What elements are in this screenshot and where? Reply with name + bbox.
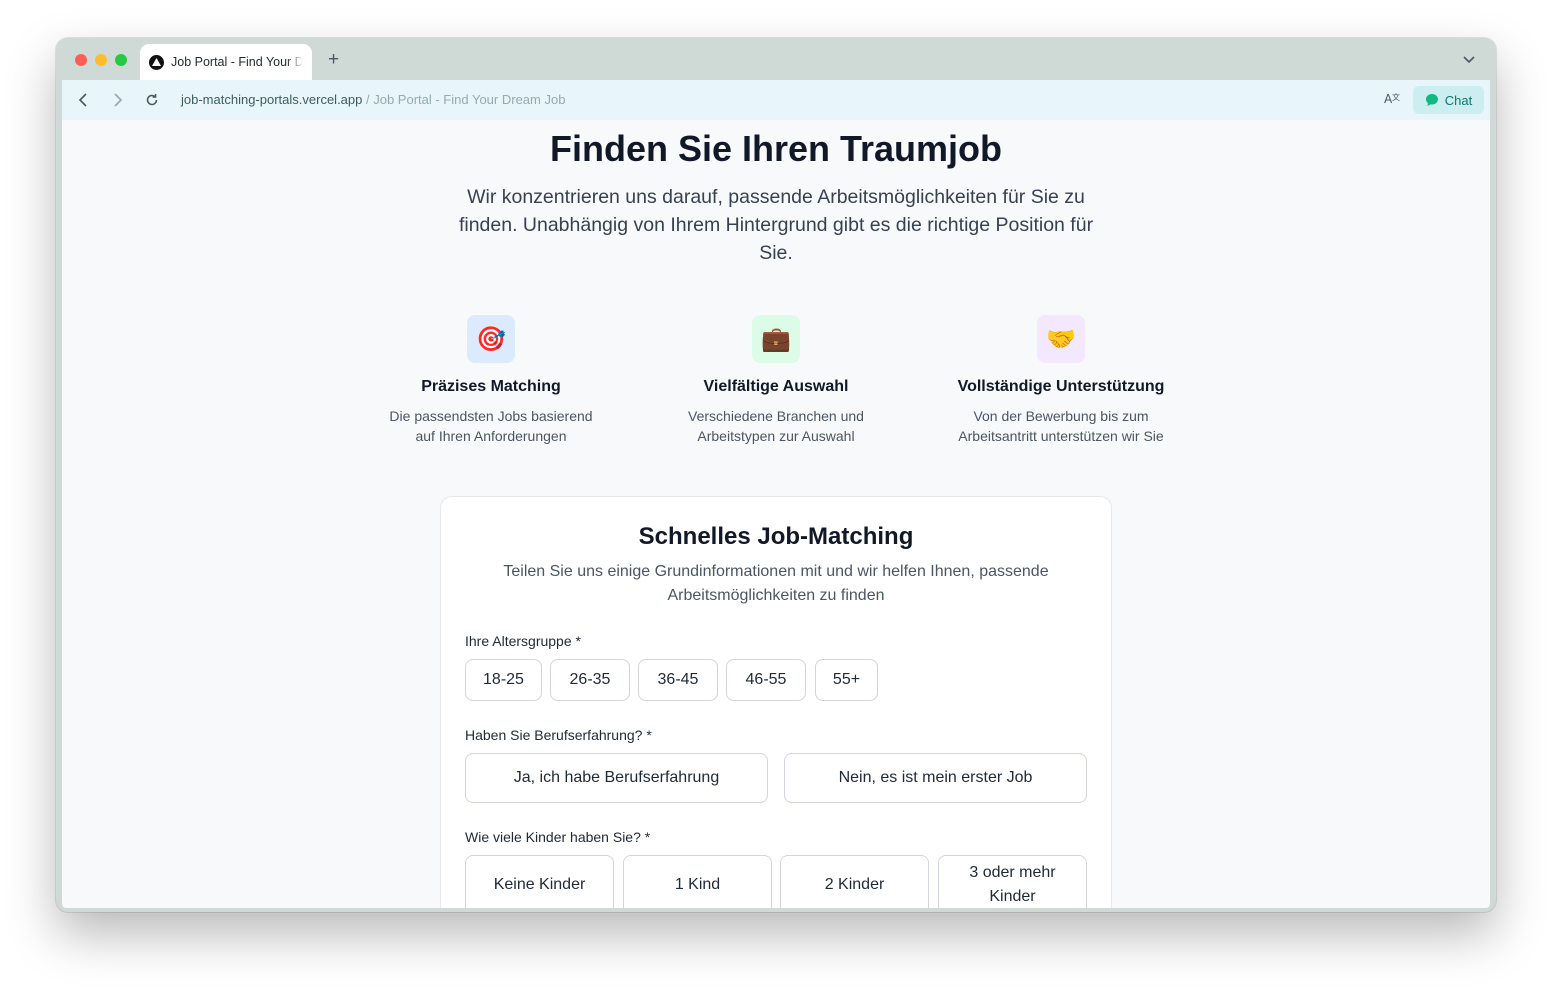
feature-full-support: 🤝 Vollständige Unterstützung Von der Bew…: [931, 315, 1191, 446]
chat-bubble-icon: [1425, 94, 1438, 106]
experience-yes-option[interactable]: Ja, ich habe Berufserfahrung: [465, 753, 768, 803]
hero-title: Finden Sie Ihren Traumjob: [549, 128, 1003, 169]
target-icon: 🎯: [467, 315, 515, 363]
children-option-none[interactable]: Keine Kinder: [465, 855, 614, 908]
briefcase-icon: 💼: [752, 315, 800, 363]
page-viewport: Finden Sie Ihren Traumjob Wir konzentrie…: [62, 120, 1490, 908]
back-arrow-icon[interactable]: [75, 92, 91, 108]
children-option-three-plus[interactable]: 3 oder mehr Kinder: [938, 855, 1087, 908]
age-option-18-25[interactable]: 18-25: [465, 659, 542, 701]
svg-text:文: 文: [1392, 92, 1400, 102]
form-subtitle: Teilen Sie uns einige Grundinformationen…: [503, 563, 1049, 604]
experience-label: Haben Sie Berufserfahrung? *: [465, 727, 652, 743]
age-option-36-45[interactable]: 36-45: [638, 659, 718, 701]
close-window-button[interactable]: [75, 54, 87, 66]
feature-description: Von der Bewerbung bis zum Arbeitsantritt…: [958, 408, 1164, 444]
feature-description: Die passendsten Jobs basierend auf Ihren…: [389, 408, 593, 444]
reload-icon[interactable]: [144, 92, 160, 108]
age-group-label: Ihre Altersgruppe *: [465, 633, 581, 649]
new-tab-plus-icon[interactable]: +: [328, 50, 339, 70]
children-option-one[interactable]: 1 Kind: [623, 855, 772, 908]
feature-precise-matching: 🎯 Präzises Matching Die passendsten Jobs…: [361, 315, 621, 446]
experience-no-option[interactable]: Nein, es ist mein erster Job: [784, 753, 1087, 803]
maximize-window-button[interactable]: [115, 54, 127, 66]
translate-icon[interactable]: A文: [1384, 90, 1400, 109]
minimize-window-button[interactable]: [95, 54, 107, 66]
browser-window: Job Portal - Find Your Dream Job + job-m…: [56, 38, 1496, 912]
feature-title: Vielfältige Auswahl: [703, 378, 849, 395]
url-separator: /: [362, 92, 374, 107]
active-tab[interactable]: Job Portal - Find Your Dream Job: [140, 44, 312, 80]
form-title: Schnelles Job-Matching: [638, 523, 914, 550]
feature-description: Verschiedene Branchen und Arbeitstypen z…: [688, 408, 864, 444]
title-bar: Job Portal - Find Your Dream Job +: [56, 38, 1496, 80]
age-option-26-35[interactable]: 26-35: [550, 659, 630, 701]
children-option-two[interactable]: 2 Kinder: [780, 855, 929, 908]
chat-label: Chat: [1444, 92, 1473, 108]
hero-subtitle: Wir konzentrieren uns darauf, passende A…: [458, 186, 1094, 264]
chat-button[interactable]: Chat: [1413, 86, 1484, 114]
url-page-title: Job Portal - Find Your Dream Job: [373, 92, 566, 107]
feature-diverse-selection: 💼 Vielfältige Auswahl Verschiedene Branc…: [646, 315, 906, 446]
url-field[interactable]: job-matching-portals.vercel.app / Job Po…: [181, 92, 565, 107]
vercel-favicon-icon: [149, 54, 164, 70]
age-option-46-55[interactable]: 46-55: [726, 659, 806, 701]
age-option-55-plus[interactable]: 55+: [815, 659, 878, 701]
url-host: job-matching-portals.vercel.app: [181, 92, 363, 107]
job-matching-form-card: Schnelles Job-Matching Teilen Sie uns ei…: [440, 496, 1112, 908]
address-bar: job-matching-portals.vercel.app / Job Po…: [62, 80, 1490, 120]
forward-arrow-icon[interactable]: [110, 92, 126, 108]
feature-title: Vollständige Unterstützung: [957, 378, 1165, 395]
tab-list-chevron-down-icon[interactable]: [1462, 52, 1476, 70]
handshake-icon: 🤝: [1037, 315, 1085, 363]
children-label: Wie viele Kinder haben Sie? *: [465, 829, 651, 845]
feature-title: Präzises Matching: [421, 378, 561, 395]
tab-title: Job Portal - Find Your Dream Job: [171, 55, 303, 69]
